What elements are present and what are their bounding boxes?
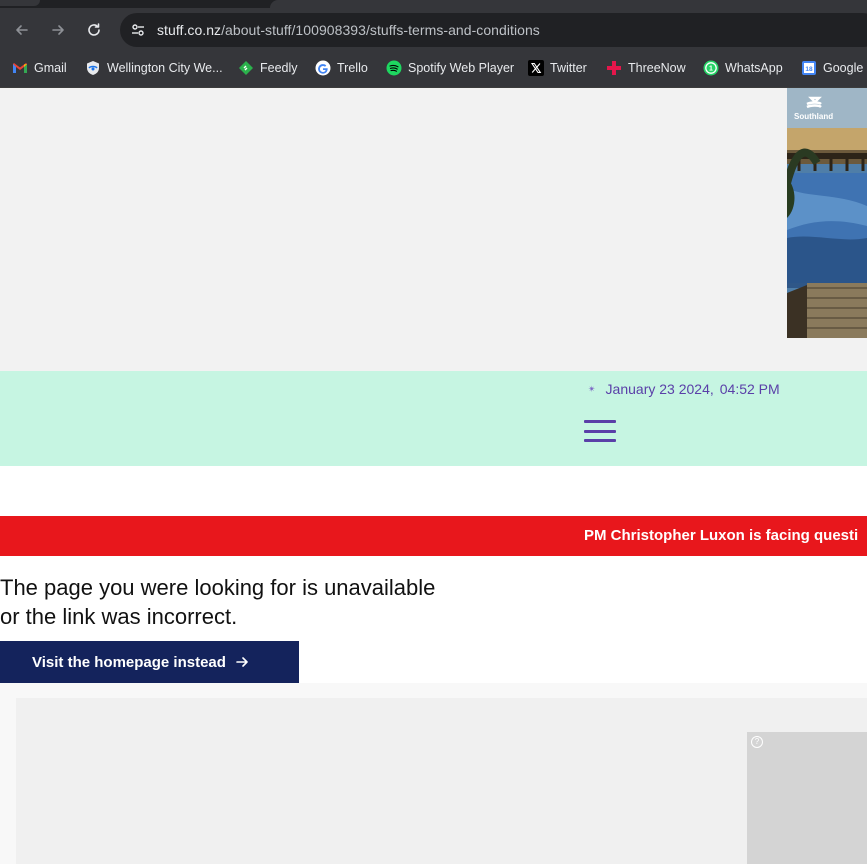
feedly-icon <box>238 60 254 76</box>
menu-icon[interactable] <box>584 420 616 442</box>
site-header: ✴ January 23 2024, 04:52 PM <box>0 371 867 466</box>
google-icon <box>315 60 331 76</box>
back-arrow-icon <box>16 25 28 35</box>
sparkle-icon: ✴ <box>588 383 596 394</box>
bookmark-feedly[interactable]: Feedly <box>238 58 298 78</box>
error-message: The page you were looking for is unavail… <box>0 573 520 631</box>
bookmark-label: Gmail <box>34 61 67 75</box>
threenow-icon <box>606 60 622 76</box>
svg-text:1: 1 <box>709 66 713 73</box>
header-time: 04:52 PM <box>719 381 780 397</box>
tune-icon <box>132 24 144 36</box>
forward-arrow-icon <box>52 25 64 35</box>
error-line-1: The page you were looking for is unavail… <box>0 575 436 600</box>
visit-homepage-button[interactable]: Visit the homepage instead <box>0 641 299 683</box>
bookmark-label: Trello <box>337 61 368 75</box>
breaking-news-ticker[interactable]: PM Christopher Luxon is facing questi <box>0 516 867 556</box>
header-datetime: ✴ January 23 2024, 04:52 PM <box>588 381 780 397</box>
bookmark-twitter[interactable]: Twitter <box>528 58 587 78</box>
bookmark-threenow[interactable]: ThreeNow <box>606 58 686 78</box>
error-line-2: or the link was incorrect. <box>0 604 238 629</box>
top-advertisement: Southland <box>0 88 867 371</box>
site-info-button[interactable] <box>126 18 150 42</box>
bookmark-trello[interactable]: Trello <box>315 58 368 78</box>
spotify-icon <box>386 60 402 76</box>
bookmark-label: Spotify Web Player <box>408 61 515 75</box>
bookmarks-bar: Gmail Wellington City We... Feedly Trell… <box>0 50 867 88</box>
arrow-right-icon <box>236 656 248 668</box>
bookmark-label: Wellington City We... <box>107 61 223 75</box>
visit-homepage-label: Visit the homepage instead <box>32 653 226 671</box>
forward-button[interactable] <box>46 18 70 42</box>
tab-edge <box>0 0 40 6</box>
google-calendar-icon: 18 <box>801 60 817 76</box>
gmail-icon <box>12 60 28 76</box>
url-text[interactable]: stuff.co.nz/about-stuff/100908393/stuffs… <box>157 22 540 38</box>
bookmark-label: WhatsApp <box>725 61 783 75</box>
x-icon <box>528 60 544 76</box>
bookmark-wellington[interactable]: Wellington City We... <box>85 58 223 78</box>
ticker-headline[interactable]: PM Christopher Luxon is facing questi <box>584 527 858 544</box>
address-bar[interactable]: stuff.co.nz/about-stuff/100908393/stuffs… <box>120 13 867 47</box>
browser-toolbar: stuff.co.nz/about-stuff/100908393/stuffs… <box>0 0 867 50</box>
bookmark-label: Feedly <box>260 61 298 75</box>
svg-text:18: 18 <box>805 66 813 73</box>
ad-brand-label: Southland <box>794 112 834 121</box>
page-content: Southland ✴ January 23 2024, 04:52 PM PM… <box>0 88 867 864</box>
bookmark-spotify[interactable]: Spotify Web Player <box>386 58 514 78</box>
active-tab-edge <box>270 0 867 8</box>
bookmark-google-calendar[interactable]: 18 Google C <box>801 58 867 78</box>
header-date: January 23 2024, <box>605 381 714 397</box>
ad-slot[interactable]: ? <box>747 732 867 864</box>
ad-info-icon[interactable]: ? <box>751 736 763 748</box>
url-host: stuff.co.nz <box>157 22 222 38</box>
reload-icon <box>88 23 100 36</box>
bottom-advertisement <box>16 698 867 864</box>
southland-landscape-image <box>787 88 867 338</box>
whatsapp-icon: 1 <box>703 60 719 76</box>
ad-banner-image[interactable]: Southland <box>787 88 867 338</box>
reload-button[interactable] <box>82 18 106 42</box>
wellington-icon <box>85 60 101 76</box>
bookmark-label: Twitter <box>550 61 587 75</box>
bookmark-label: ThreeNow <box>628 61 686 75</box>
bookmark-whatsapp[interactable]: 1 WhatsApp <box>703 58 783 78</box>
bookmark-label: Google C <box>823 61 867 75</box>
back-button[interactable] <box>10 18 34 42</box>
url-path: /about-stuff/100908393/stuffs-terms-and-… <box>221 22 540 38</box>
bookmark-gmail[interactable]: Gmail <box>12 58 67 78</box>
